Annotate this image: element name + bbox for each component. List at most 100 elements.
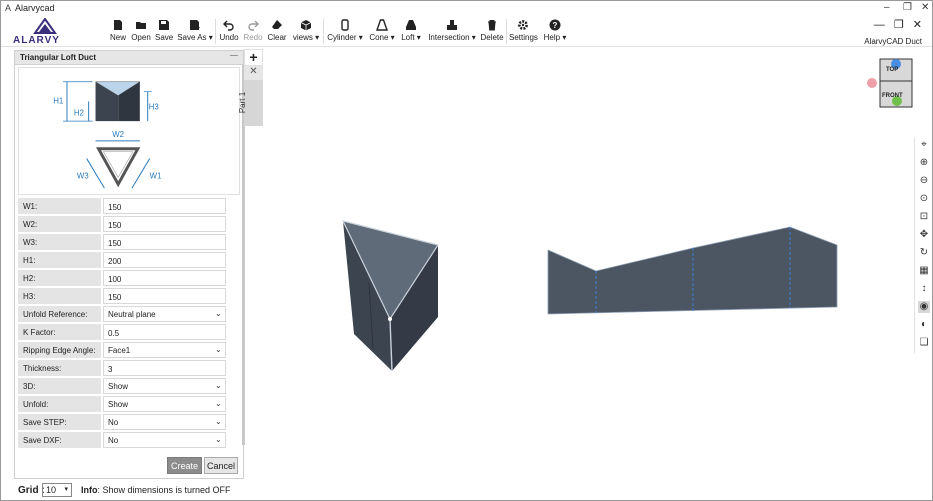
3d-select[interactable]: Show (103, 378, 226, 394)
intersection-dropdown[interactable]: Intersection ▾ (427, 18, 477, 46)
h2-input[interactable] (103, 270, 226, 286)
field-row: W1: (18, 198, 240, 214)
field-label-k-factor: K Factor: (18, 324, 101, 340)
settings-button[interactable]: Settings (509, 18, 538, 46)
close-part-button[interactable]: ✕ (244, 66, 263, 80)
title-bar: A Alarvycad – ❐ ✕ (1, 1, 932, 16)
grid-label: Grid : (18, 485, 45, 496)
rotate-icon[interactable]: ↻ (918, 247, 930, 259)
redo-button[interactable]: Redo (243, 18, 263, 46)
eye-icon[interactable]: ◉ (918, 301, 930, 313)
part-tabs: + ✕ Part 1 (238, 49, 263, 129)
k-factor-input[interactable] (103, 324, 226, 340)
ribbon-toolbar: ALARVY New Open Save Save As ▾ Undo Redo (1, 16, 932, 47)
new-file-icon (114, 20, 122, 30)
view-cube[interactable]: TOP FRONT (867, 58, 913, 108)
field-label-unfold-reference: Unfold Reference: (18, 306, 101, 322)
zoom-fit-icon[interactable]: ⊙ (918, 193, 930, 205)
cancel-button[interactable]: Cancel (204, 457, 238, 474)
unfold-reference-select[interactable]: Neutral plane (103, 306, 226, 322)
layers-icon[interactable]: ❏ (918, 337, 930, 349)
redo-icon (248, 20, 259, 31)
duct-dimension-diagram: H1 H2 H3 W2 W3 W1 (18, 67, 240, 195)
triangular-duct-model[interactable] (341, 220, 439, 372)
info-label: Info (81, 485, 98, 495)
ripping-edge-select[interactable]: Face1 (103, 342, 226, 358)
grid-size-select[interactable]: 10 ▾ (42, 483, 72, 497)
workspace-close-icon[interactable]: ✕ (913, 19, 922, 31)
label-w2: W2 (112, 130, 124, 139)
trash-icon (488, 20, 496, 31)
ripping-point-marker (388, 317, 392, 321)
shading-icon[interactable]: ◐ (918, 319, 930, 331)
help-dropdown[interactable]: ? Help ▾ (541, 18, 569, 46)
unfold-pattern-model[interactable] (547, 226, 838, 315)
field-row: W2: (18, 216, 240, 232)
loft-dropdown[interactable]: Loft ▾ (399, 18, 423, 46)
grid-icon[interactable]: ▦ (918, 265, 930, 277)
save-as-icon (190, 20, 200, 30)
status-bar: Grid : 10 ▾ Info: Show dimensions is tur… (1, 481, 932, 500)
intersection-icon (447, 20, 457, 30)
save-dxf-select[interactable]: No (103, 432, 226, 448)
restore-icon[interactable]: ❐ (903, 2, 912, 13)
open-button[interactable]: Open (130, 18, 152, 46)
3d-viewport[interactable]: TOP FRONT (263, 49, 913, 479)
delete-button[interactable]: Delete (480, 18, 504, 46)
close-icon[interactable]: ✕ (921, 2, 929, 13)
field-row: Save DXF: No ⌄ (18, 432, 240, 448)
undo-button[interactable]: Undo (219, 18, 239, 46)
field-row: Unfold: Show ⌄ (18, 396, 240, 412)
dimension-icon[interactable]: ↕ (918, 283, 930, 295)
save-button[interactable]: Save (155, 18, 173, 46)
chevron-down-icon: ▾ (64, 486, 68, 493)
collapse-icon[interactable]: — (230, 51, 238, 60)
gear-icon (518, 20, 528, 30)
w1-input[interactable] (103, 198, 226, 214)
minimize-icon[interactable]: – (884, 2, 890, 13)
label-h2: H2 (74, 108, 84, 117)
loft-icon (406, 20, 416, 30)
thickness-input[interactable] (103, 360, 226, 376)
new-button[interactable]: New (109, 18, 127, 46)
eraser-icon (272, 20, 282, 29)
view-cube-front-label: FRONT (882, 93, 903, 99)
create-button[interactable]: Create (167, 457, 202, 474)
label-w1: W1 (150, 171, 162, 180)
info-message: Info: Show dimensions is turned OFF (81, 485, 231, 495)
w2-input[interactable] (103, 216, 226, 232)
pan-icon[interactable]: ✥ (918, 229, 930, 241)
field-row: K Factor: (18, 324, 240, 340)
product-name: AlarvyCAD Duct (864, 37, 922, 46)
unfold-select[interactable]: Show (103, 396, 226, 412)
info-text: : Show dimensions is turned OFF (97, 485, 231, 495)
field-label-h2: H2: (18, 270, 101, 286)
workspace-restore-icon[interactable]: ❐ (894, 19, 904, 31)
h1-input[interactable] (103, 252, 226, 268)
tab-part-1[interactable]: Part 1 (238, 80, 263, 126)
app-icon: A (5, 3, 12, 13)
zoom-out-icon[interactable]: ⊖ (918, 175, 930, 187)
workspace-minimize-icon[interactable]: — (874, 19, 885, 31)
zoom-window-icon[interactable]: ⊡ (918, 211, 930, 223)
cone-dropdown[interactable]: Cone ▾ (367, 18, 397, 46)
field-label-w3: W3: (18, 234, 101, 250)
clear-button[interactable]: Clear (267, 18, 287, 46)
cylinder-dropdown[interactable]: Cylinder ▾ (326, 18, 364, 46)
view-cube-top-label: TOP (886, 67, 898, 73)
cone-icon (376, 19, 388, 31)
save-as-button[interactable]: Save As ▾ (177, 18, 213, 46)
save-step-select[interactable]: No (103, 414, 226, 430)
svg-text:?: ? (553, 21, 558, 30)
zoom-in-icon[interactable]: ⊕ (918, 157, 930, 169)
floppy-icon (159, 20, 169, 30)
mouse-icon[interactable]: ⌖ (918, 139, 930, 151)
views-dropdown[interactable]: views ▾ (291, 18, 321, 46)
h3-input[interactable] (103, 288, 226, 304)
add-part-button[interactable]: + (244, 49, 263, 66)
alarvy-logo: ALARVY (13, 18, 59, 46)
field-label-ripping-edge: Ripping Edge Angle: (18, 342, 101, 358)
field-label-3d: 3D: (18, 378, 101, 394)
field-row: 3D: Show ⌄ (18, 378, 240, 394)
w3-input[interactable] (103, 234, 226, 250)
